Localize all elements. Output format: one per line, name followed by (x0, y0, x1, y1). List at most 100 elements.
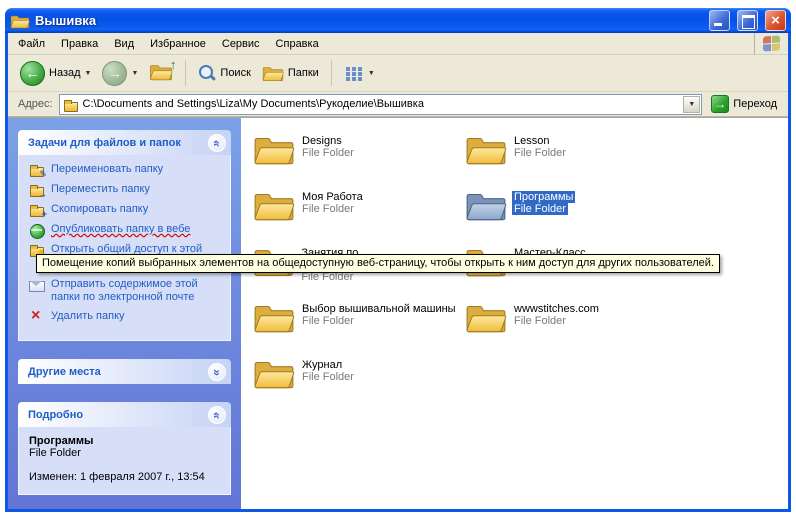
window-title: Вышивка (35, 13, 702, 28)
publish-web-icon (29, 223, 45, 237)
back-dropdown-icon[interactable]: ▼ (85, 70, 92, 77)
task-move-folder[interactable]: → Переместить папку (29, 183, 225, 197)
folder-type: File Folder (300, 315, 356, 327)
address-combo[interactable]: C:\Documents and Settings\Liza\My Docume… (59, 94, 703, 115)
menubar: Файл Правка Вид Избранное Сервис Справка (8, 33, 788, 55)
folder-item[interactable]: DesignsFile Folder (253, 132, 356, 188)
task-copy-folder[interactable]: + Скопировать папку (29, 203, 225, 217)
details-body: Программы File Folder Изменен: 1 февраля… (18, 427, 231, 495)
folder-name: Designs (300, 135, 344, 147)
toolbar: ← Назад ▼ → ▼ ↑ Поиск (8, 55, 788, 92)
address-dropdown-button[interactable]: ▼ (683, 96, 700, 113)
folder-icon (253, 188, 295, 222)
folder-name: Lesson (512, 135, 551, 147)
explorer-window: Вышивка Файл Правка Вид Избранное Сервис… (5, 8, 791, 512)
task-label: Опубликовать папку в вебе (51, 223, 190, 236)
folder-name: Выбор вышивальной машины (300, 303, 458, 315)
folder-name: Моя Работа (300, 191, 365, 203)
tasks-box-body: ✎ Переименовать папку → Переместить папк… (18, 155, 231, 341)
folder-icon (465, 132, 507, 166)
addressbar: Адрес: C:\Documents and Settings\Liza\My… (8, 92, 788, 117)
rename-folder-icon: ✎ (29, 163, 45, 177)
views-button[interactable]: ▼ (340, 62, 379, 84)
up-button[interactable]: ↑ (145, 59, 177, 87)
folder-name: wwwstitches.com (512, 303, 601, 315)
file-list-area[interactable]: DesignsFile Folder LessonFile Folder Моя… (241, 118, 788, 509)
other-places-header[interactable]: Другие места » (18, 359, 231, 384)
copy-folder-icon: + (29, 203, 45, 217)
go-arrow-icon: → (711, 95, 729, 113)
folder-item-selected[interactable]: ПрограммыFile Folder (465, 188, 575, 244)
go-label: Переход (733, 98, 777, 110)
forward-arrow-icon: → (102, 61, 127, 86)
address-path[interactable]: C:\Documents and Settings\Liza\My Docume… (83, 98, 680, 110)
menu-view[interactable]: Вид (106, 35, 142, 53)
task-label: Переименовать папку (51, 163, 163, 176)
menu-tools[interactable]: Сервис (214, 35, 268, 53)
details-title: Подробно (28, 409, 83, 421)
collapse-chevron-icon[interactable]: « (208, 406, 226, 424)
folders-icon (262, 64, 284, 82)
forward-button[interactable]: → ▼ (98, 58, 142, 89)
toolbar-separator (185, 60, 186, 86)
desktop: Вышивка Файл Правка Вид Избранное Сервис… (0, 0, 796, 521)
folder-type: File Folder (512, 147, 568, 159)
task-label: Скопировать папку (51, 203, 148, 216)
task-publish-folder-web[interactable]: Опубликовать папку в вебе (29, 223, 225, 237)
views-dropdown-icon[interactable]: ▼ (368, 70, 375, 77)
content-area: Задачи для файлов и папок « ✎ Переименов… (8, 117, 788, 509)
folder-icon (253, 356, 295, 390)
toolbar-separator (331, 60, 332, 86)
menu-file[interactable]: Файл (10, 35, 53, 53)
move-folder-icon: → (29, 183, 45, 197)
menu-help[interactable]: Справка (268, 35, 327, 53)
collapse-chevron-icon[interactable]: « (208, 134, 226, 152)
task-label: Удалить папку (51, 310, 125, 323)
maximize-button[interactable] (737, 10, 758, 31)
minimize-button[interactable] (709, 10, 730, 31)
folder-item[interactable]: Выбор вышивальной машиныFile Folder (253, 300, 458, 356)
address-folder-icon (63, 98, 79, 111)
folders-button[interactable]: Папки (258, 61, 323, 85)
task-email-folder[interactable]: Отправить содержимое этой папки по элект… (29, 278, 225, 304)
folder-icon (465, 300, 507, 334)
folder-type: File Folder (300, 147, 356, 159)
views-icon (346, 67, 350, 71)
window-folder-icon (10, 13, 30, 29)
tasks-box-header[interactable]: Задачи для файлов и папок « (18, 130, 231, 155)
folders-label: Папки (288, 67, 319, 79)
search-button[interactable]: Поиск (194, 61, 254, 85)
menu-favorites[interactable]: Избранное (142, 35, 214, 53)
details-header[interactable]: Подробно « (18, 402, 231, 427)
back-button[interactable]: ← Назад ▼ (16, 58, 95, 89)
folder-icon (465, 188, 507, 222)
menu-edit[interactable]: Правка (53, 35, 106, 53)
search-label: Поиск (220, 67, 250, 79)
delete-icon (29, 310, 45, 324)
titlebar[interactable]: Вышивка (5, 8, 791, 33)
task-rename-folder[interactable]: ✎ Переименовать папку (29, 163, 225, 177)
search-icon (198, 64, 216, 82)
folder-name: Программы (512, 191, 575, 203)
file-folder-tasks-box: Задачи для файлов и папок « ✎ Переименов… (18, 130, 231, 341)
folder-item[interactable]: LessonFile Folder (465, 132, 568, 188)
task-delete-folder[interactable]: Удалить папку (29, 310, 225, 324)
up-folder-icon: ↑ (149, 62, 173, 84)
folder-item[interactable]: Моя РаботаFile Folder (253, 188, 365, 244)
windows-logo (754, 33, 786, 55)
folder-icon (253, 300, 295, 334)
folder-item[interactable]: ЖурналFile Folder (253, 356, 356, 412)
expand-chevron-icon[interactable]: » (208, 363, 226, 381)
close-button[interactable] (765, 10, 786, 31)
folder-type: File Folder (512, 315, 568, 327)
go-button[interactable]: → Переход (708, 94, 780, 114)
details-item-type: File Folder (29, 447, 225, 459)
folder-icon (253, 132, 295, 166)
folder-item[interactable]: wwwstitches.comFile Folder (465, 300, 601, 356)
forward-dropdown-icon[interactable]: ▼ (131, 70, 138, 77)
task-label: Отправить содержимое этой папки по элект… (51, 278, 225, 304)
address-label: Адрес: (18, 98, 53, 110)
tooltip: Помещение копий выбранных элементов на о… (36, 254, 720, 273)
task-pane-sidebar: Задачи для файлов и папок « ✎ Переименов… (8, 118, 241, 509)
folder-type: File Folder (300, 371, 356, 383)
